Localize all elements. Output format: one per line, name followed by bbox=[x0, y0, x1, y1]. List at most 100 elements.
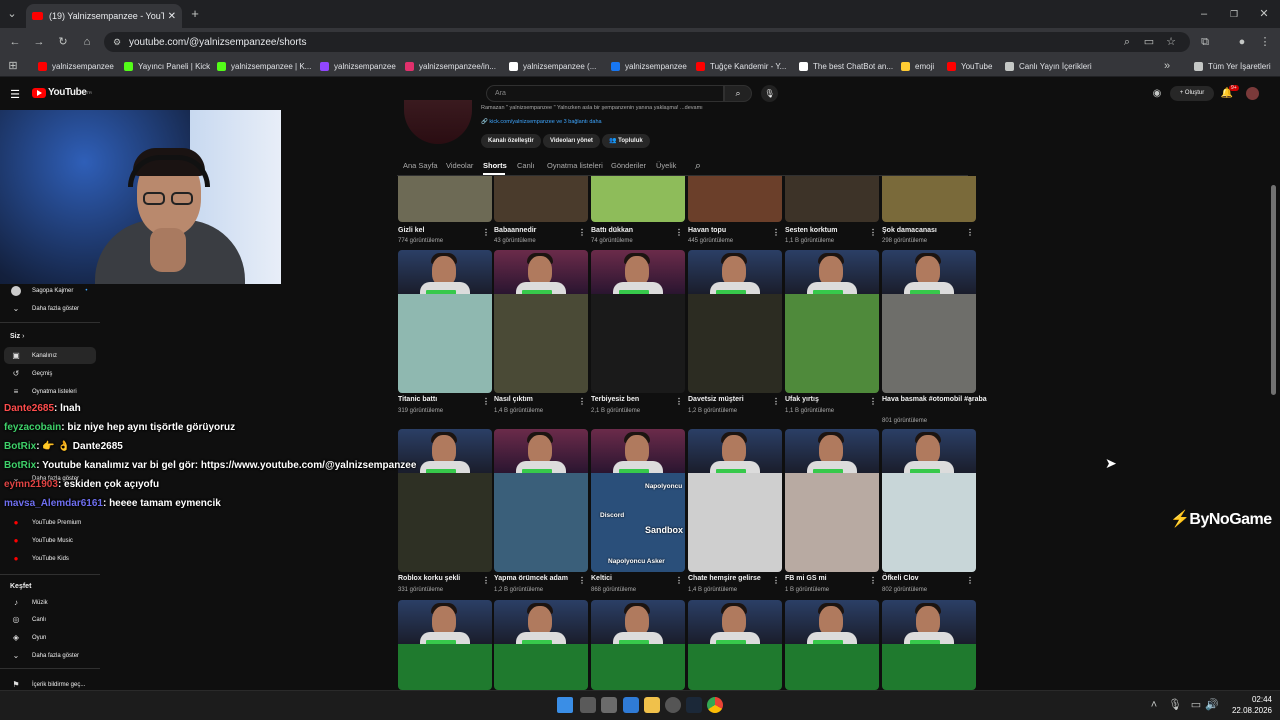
short-thumbnail[interactable] bbox=[785, 176, 879, 222]
you-section[interactable]: Siz › bbox=[10, 333, 24, 340]
short-more-icon[interactable]: ⋮ bbox=[482, 576, 490, 585]
cast-icon[interactable]: ▭ bbox=[1142, 34, 1156, 50]
short-more-icon[interactable]: ⋮ bbox=[966, 576, 974, 585]
extensions-icon[interactable]: ⧉ bbox=[1197, 34, 1213, 50]
bookmark-item[interactable]: Tuğçe Kandemir - Y... bbox=[696, 58, 786, 74]
widgets-icon[interactable] bbox=[601, 697, 617, 713]
more-bookmarks-icon[interactable]: » bbox=[1160, 58, 1174, 74]
short-more-icon[interactable]: ⋮ bbox=[675, 228, 683, 237]
search-icon[interactable]: ⌕ bbox=[724, 85, 752, 102]
short-title[interactable]: Roblox korku şekli bbox=[398, 575, 460, 582]
bookmark-item[interactable]: yalnizsempanzee (... bbox=[509, 58, 596, 74]
bookmark-item[interactable]: yalnizsempanzee | K... bbox=[217, 58, 311, 74]
bookmark-item[interactable]: emoji bbox=[901, 58, 934, 74]
short-thumbnail[interactable] bbox=[882, 429, 976, 572]
sidebar-item-live[interactable]: ◎ Canlı bbox=[0, 611, 100, 628]
search-input[interactable]: Ara bbox=[486, 85, 724, 102]
forward-icon[interactable]: → bbox=[31, 34, 47, 50]
sidebar-item-playlists[interactable]: ≡ Oynatma listeleri bbox=[0, 383, 100, 400]
sidebar-item-kids[interactable]: ● YouTube Kids bbox=[0, 550, 100, 567]
new-tab-icon[interactable]: + bbox=[187, 6, 203, 22]
short-title[interactable]: Chate hemşire gelirse bbox=[688, 575, 761, 582]
short-more-icon[interactable]: ⋮ bbox=[675, 397, 683, 406]
short-more-icon[interactable]: ⋮ bbox=[578, 228, 586, 237]
short-thumbnail[interactable] bbox=[785, 600, 879, 690]
live-broadcast-icon[interactable]: ◉ bbox=[1150, 86, 1164, 102]
short-thumbnail[interactable] bbox=[398, 600, 492, 690]
bookmark-item[interactable]: YouTube bbox=[947, 58, 992, 74]
zoom-icon[interactable]: ⌕ bbox=[1120, 34, 1134, 50]
steam-icon[interactable] bbox=[686, 697, 702, 713]
short-title[interactable]: FB mi GS mi bbox=[785, 575, 827, 582]
all-bookmarks[interactable]: Tüm Yer İşaretleri bbox=[1194, 58, 1271, 74]
short-title[interactable]: Öfkeli Clov bbox=[882, 575, 919, 582]
short-more-icon[interactable]: ⋮ bbox=[482, 228, 490, 237]
short-more-icon[interactable]: ⋮ bbox=[772, 576, 780, 585]
short-more-icon[interactable]: ⋮ bbox=[578, 576, 586, 585]
community-button[interactable]: 👥 Topluluk bbox=[602, 134, 650, 148]
short-more-icon[interactable]: ⋮ bbox=[869, 576, 877, 585]
short-thumbnail[interactable] bbox=[882, 250, 976, 393]
sidebar-item-history[interactable]: ↺ Geçmiş bbox=[0, 365, 100, 382]
short-more-icon[interactable]: ⋮ bbox=[772, 228, 780, 237]
start-icon[interactable] bbox=[557, 697, 573, 713]
address-bar[interactable]: ⚙ youtube.com/@yalnizsempanzee/shorts ⌕ … bbox=[104, 32, 1190, 52]
tab-search-icon[interactable]: ⌄ bbox=[4, 6, 20, 22]
manage-videos-button[interactable]: Videoları yönet bbox=[543, 134, 600, 148]
site-info-icon[interactable]: ⚙ bbox=[110, 34, 124, 50]
short-title[interactable]: Yapma örümcek adam bbox=[494, 575, 568, 582]
short-thumbnail[interactable] bbox=[785, 429, 879, 572]
bookmark-item[interactable]: yalnizsempanzee bbox=[38, 58, 114, 74]
sidebar-item-gaming[interactable]: ◈ Oyun bbox=[0, 629, 100, 646]
browser-menu-icon[interactable]: ⋮ bbox=[1257, 34, 1273, 50]
task-view-icon[interactable] bbox=[580, 697, 596, 713]
apps-grid-icon[interactable]: ⊞ bbox=[6, 58, 20, 74]
sidebar-show-more-3[interactable]: ⌄ Daha fazla göster bbox=[0, 647, 100, 664]
bookmark-item[interactable]: yalnizsempanzee bbox=[611, 58, 687, 74]
short-thumbnail[interactable] bbox=[591, 176, 685, 222]
short-thumbnail[interactable] bbox=[882, 176, 976, 222]
channel-description[interactable]: Ramazan " yalnizsempanzee " Yalnızken as… bbox=[481, 105, 703, 111]
close-tab-icon[interactable]: ✕ bbox=[168, 11, 176, 22]
create-button[interactable]: + Oluştur bbox=[1170, 86, 1214, 101]
volume-icon[interactable]: 🔊 bbox=[1205, 697, 1219, 713]
short-title[interactable]: Sesten korktum bbox=[785, 227, 838, 234]
short-title[interactable]: Havan topu bbox=[688, 227, 726, 234]
window-close-icon[interactable]: ✕ bbox=[1256, 6, 1272, 22]
bookmark-star-icon[interactable]: ☆ bbox=[1164, 34, 1178, 50]
account-avatar[interactable] bbox=[1246, 87, 1259, 100]
sidebar-item-your-channel[interactable]: ▣ Kanalınız bbox=[4, 347, 96, 364]
bookmark-item[interactable]: The best ChatBot an... bbox=[799, 58, 893, 74]
taskbar-clock[interactable]: 02:44 22.08.2026 bbox=[1222, 694, 1272, 716]
mic-tray-icon[interactable]: 🎙 bbox=[1168, 697, 1182, 713]
store-icon[interactable] bbox=[623, 697, 639, 713]
short-thumbnail[interactable] bbox=[591, 429, 685, 572]
bookmark-item[interactable]: yalnizsempanzee bbox=[320, 58, 396, 74]
short-thumbnail[interactable] bbox=[494, 176, 588, 222]
short-more-icon[interactable]: ⋮ bbox=[966, 228, 974, 237]
customize-channel-button[interactable]: Kanalı özelleştir bbox=[481, 134, 541, 148]
short-more-icon[interactable]: ⋮ bbox=[675, 576, 683, 585]
short-title[interactable]: Ufak yırtış bbox=[785, 396, 819, 403]
sidebar-item-music-explore[interactable]: ♪ Müzik bbox=[0, 594, 100, 611]
back-icon[interactable]: ← bbox=[7, 34, 23, 50]
short-title[interactable]: Keltici bbox=[591, 575, 612, 582]
obs-icon[interactable] bbox=[665, 697, 681, 713]
short-thumbnail[interactable] bbox=[688, 600, 782, 690]
minimize-icon[interactable]: – bbox=[1196, 6, 1212, 22]
short-title[interactable]: Nasıl çıktım bbox=[494, 396, 533, 403]
browser-tab-active[interactable]: (19) Yalnizsempanzee - YouTub ✕ bbox=[26, 4, 182, 28]
tray-overflow-icon[interactable]: ˄ bbox=[1147, 697, 1161, 713]
short-thumbnail[interactable] bbox=[785, 250, 879, 393]
tab-playlists[interactable]: Oynatma listeleri bbox=[547, 161, 603, 170]
file-explorer-icon[interactable] bbox=[644, 697, 660, 713]
short-thumbnail[interactable] bbox=[591, 250, 685, 393]
youtube-logo[interactable]: YouTube TR bbox=[32, 87, 92, 98]
profile-icon[interactable]: ● bbox=[1234, 34, 1250, 50]
tab-videos[interactable]: Videolar bbox=[446, 161, 473, 170]
short-more-icon[interactable]: ⋮ bbox=[772, 397, 780, 406]
short-thumbnail[interactable] bbox=[688, 250, 782, 393]
short-title[interactable]: Battı dükkan bbox=[591, 227, 633, 234]
tab-membership[interactable]: Üyelik bbox=[656, 161, 676, 170]
short-title[interactable]: Gizli kel bbox=[398, 227, 424, 234]
